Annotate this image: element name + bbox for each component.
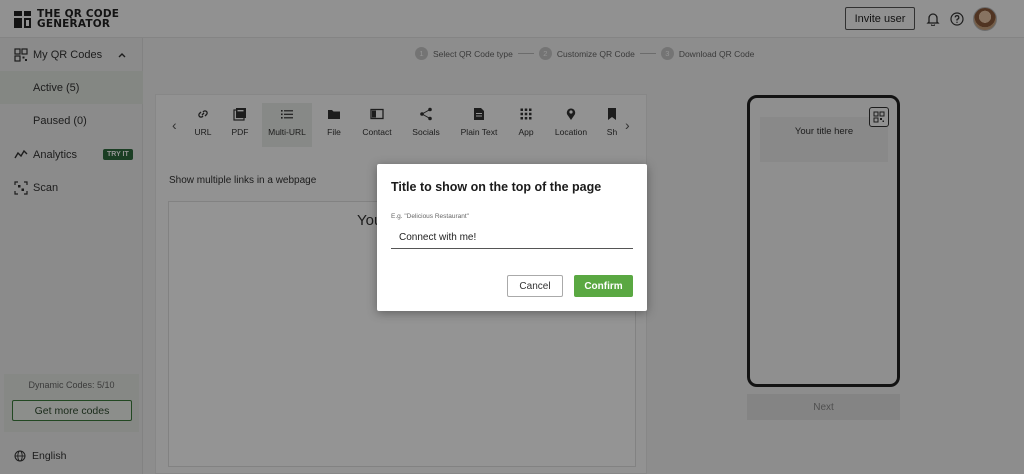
title-field-label: E.g. "Delicious Restaurant"	[391, 213, 469, 220]
title-dialog: Title to show on the top of the page E.g…	[377, 164, 647, 311]
title-input[interactable]	[391, 227, 633, 249]
confirm-button[interactable]: Confirm	[574, 275, 633, 297]
cancel-button[interactable]: Cancel	[507, 275, 563, 297]
dialog-title: Title to show on the top of the page	[391, 180, 602, 194]
